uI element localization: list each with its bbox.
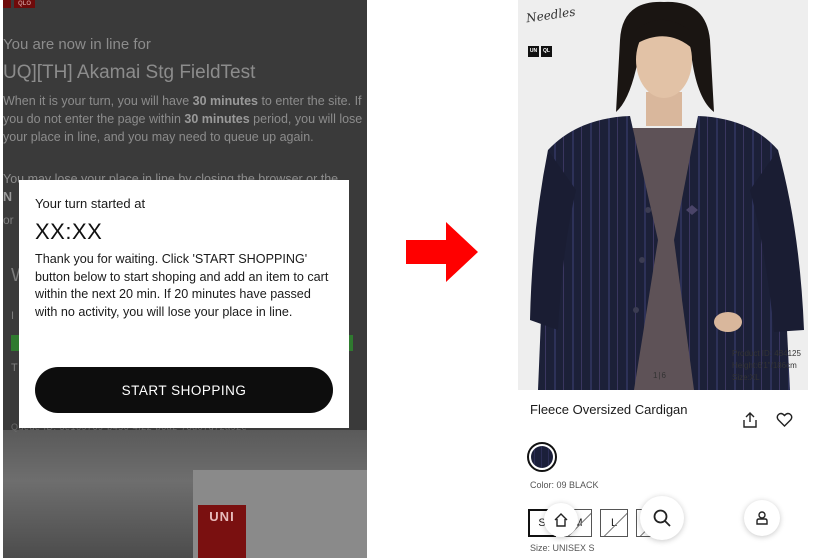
uniqlo-logo-top: UN bbox=[528, 46, 539, 57]
turn-started-time: XX:XX bbox=[35, 219, 103, 244]
color-swatch-black[interactable] bbox=[527, 442, 557, 472]
start-shopping-button[interactable]: START SHOPPING bbox=[35, 367, 333, 413]
image-counter: 1|6 bbox=[653, 371, 667, 380]
heart-icon[interactable] bbox=[774, 410, 794, 430]
model-image bbox=[518, 0, 808, 390]
user-icon bbox=[756, 511, 768, 525]
size-option-l[interactable]: L bbox=[600, 509, 628, 537]
home-button[interactable] bbox=[544, 503, 578, 537]
queue-instructions: When it is your turn, you will have 30 m… bbox=[3, 94, 363, 144]
product-title: Fleece Oversized Cardigan bbox=[530, 402, 688, 417]
brand-logo: QLO bbox=[3, 0, 35, 8]
product-screen: Needles UN QL Product ID: 484125 Height:… bbox=[518, 0, 808, 558]
uniqlo-logo: UN QL bbox=[528, 46, 552, 57]
account-button[interactable] bbox=[744, 500, 780, 536]
model-size: Size:XL bbox=[732, 373, 760, 382]
turn-started-message: Thank you for waiting. Click 'START SHOP… bbox=[35, 252, 329, 319]
in-line-text: You are now in line for bbox=[3, 36, 151, 53]
turn-started-dialog: Your turn started at XX:XX Thank you for… bbox=[19, 180, 349, 428]
product-photo[interactable]: Needles UN QL Product ID: 484125 Height:… bbox=[518, 0, 808, 390]
model-product-id: Product ID: 484125 bbox=[732, 349, 801, 358]
queue-screen: UNI QLO You are now in line for UQ][TH] … bbox=[3, 0, 367, 558]
background-fragment-t: T bbox=[11, 362, 18, 374]
brand-logo-right: QLO bbox=[14, 0, 35, 8]
model-info: Product ID: 484125 Height:6'1"/186cm Siz… bbox=[732, 348, 801, 384]
search-icon bbox=[653, 509, 671, 527]
color-label: Color: 09 BLACK bbox=[530, 480, 599, 490]
store-sign: UNI bbox=[198, 505, 246, 558]
uniqlo-logo-bottom: QL bbox=[541, 46, 552, 57]
home-icon bbox=[554, 513, 568, 527]
background-fragment-i: I bbox=[11, 310, 15, 322]
background-fragment-or: or bbox=[3, 213, 14, 227]
share-icon[interactable] bbox=[740, 410, 760, 430]
turn-started-label: Your turn started at bbox=[35, 196, 146, 211]
color-swatch-pattern bbox=[531, 446, 553, 468]
model-height: Height:6'1"/186cm bbox=[732, 361, 797, 370]
brand-logo-left bbox=[3, 0, 11, 8]
event-title: UQ][TH] Akamai Stg FieldTest bbox=[3, 62, 256, 83]
search-button[interactable] bbox=[640, 496, 684, 540]
arrow-right-icon bbox=[406, 222, 478, 282]
size-label: Size: UNISEX S bbox=[530, 543, 595, 553]
